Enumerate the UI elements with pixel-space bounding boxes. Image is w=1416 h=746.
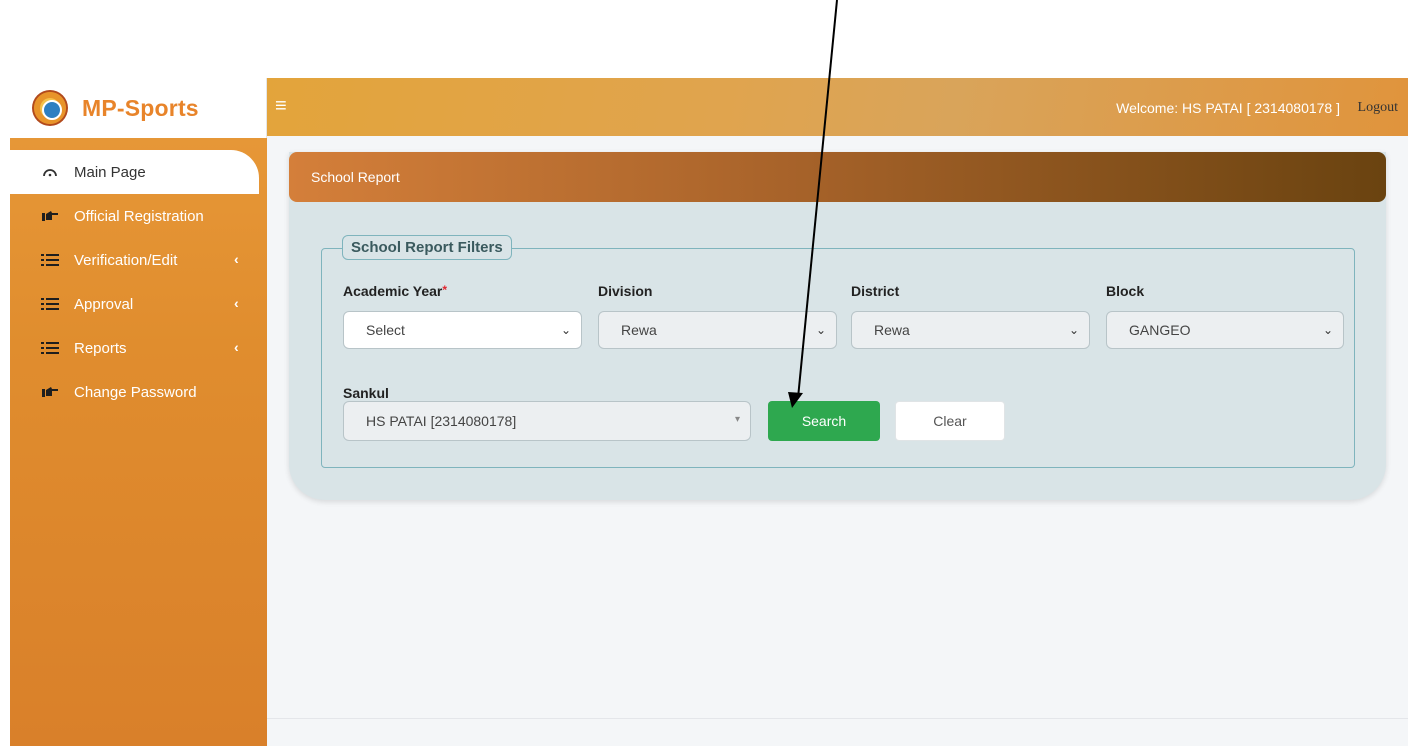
clear-button[interactable]: Clear xyxy=(895,401,1005,441)
academic-year-label-text: Academic Year xyxy=(343,283,443,299)
sidebar-item-main-page[interactable]: Main Page xyxy=(10,150,259,194)
sankul-value: HS PATAI [2314080178] xyxy=(366,413,517,429)
district-value: Rewa xyxy=(874,322,910,338)
sidebar-item-label: Official Registration xyxy=(74,207,204,225)
district-label: District xyxy=(851,283,900,299)
block-select[interactable]: GANGEO ⌄ xyxy=(1106,311,1344,349)
hamburger-menu-icon[interactable]: ≡ xyxy=(275,95,287,118)
brand-header[interactable]: MP-Sports xyxy=(10,78,267,138)
dashboard-gauge-icon xyxy=(38,167,62,177)
list-icon xyxy=(38,253,62,267)
academic-year-value: Select xyxy=(366,322,405,338)
sidebar-item-label: Change Password xyxy=(74,383,197,401)
sidebar-item-official-registration[interactable]: Official Registration xyxy=(10,194,267,238)
academic-year-select[interactable]: Select ⌄ xyxy=(343,311,582,349)
block-label: Block xyxy=(1106,283,1145,299)
sidebar-item-label: Approval xyxy=(74,295,134,313)
sankul-select[interactable]: HS PATAI [2314080178] ▾ xyxy=(343,401,751,441)
required-mark: * xyxy=(442,283,448,297)
mp-sports-logo-icon xyxy=(32,90,68,126)
app-window: MP-Sports Main Page Official Registratio… xyxy=(0,0,1416,746)
chevron-down-icon: ⌄ xyxy=(1322,323,1333,337)
division-label: Division xyxy=(598,283,653,299)
main-content: School Report School Report Filters Acad… xyxy=(267,136,1408,718)
school-report-card: School Report School Report Filters Acad… xyxy=(289,152,1386,500)
chevron-down-icon: ⌄ xyxy=(815,323,826,337)
sidebar-item-approval[interactable]: Approval ‹ xyxy=(10,282,267,326)
sidebar: MP-Sports Main Page Official Registratio… xyxy=(10,78,267,746)
academic-year-label: Academic Year* xyxy=(343,283,447,299)
sidebar-nav: Main Page Official Registration Verifica… xyxy=(10,150,267,414)
list-icon xyxy=(38,341,62,355)
pointing-hand-icon xyxy=(38,210,62,222)
footer xyxy=(267,718,1408,746)
district-select[interactable]: Rewa ⌄ xyxy=(851,311,1090,349)
sidebar-item-reports[interactable]: Reports ‹ xyxy=(10,326,267,370)
chevron-left-icon: ‹ xyxy=(234,295,239,311)
sidebar-item-label: Verification/Edit xyxy=(74,251,178,269)
card-title: School Report xyxy=(289,152,1386,202)
pointing-hand-icon xyxy=(38,386,62,398)
chevron-left-icon: ‹ xyxy=(234,339,239,355)
sidebar-item-change-password[interactable]: Change Password xyxy=(10,370,267,414)
chevron-left-icon: ‹ xyxy=(234,251,239,267)
brand-name: MP-Sports xyxy=(82,94,199,121)
caret-down-icon: ▾ xyxy=(734,414,740,425)
sankul-label: Sankul xyxy=(343,385,389,401)
list-icon xyxy=(38,297,62,311)
search-button[interactable]: Search xyxy=(768,401,880,441)
chevron-down-icon: ⌄ xyxy=(1068,323,1079,337)
chevron-down-icon: ⌄ xyxy=(560,323,571,337)
logout-link[interactable]: Logout xyxy=(1358,100,1398,116)
block-value: GANGEO xyxy=(1129,322,1191,338)
sidebar-item-label: Reports xyxy=(74,339,127,357)
division-select[interactable]: Rewa ⌄ xyxy=(598,311,837,349)
sidebar-item-label: Main Page xyxy=(74,163,146,181)
top-bar: ≡ Welcome: HS PATAI [ 2314080178 ] Logou… xyxy=(267,78,1408,136)
welcome-text: Welcome: HS PATAI [ 2314080178 ] xyxy=(1116,100,1340,116)
sidebar-item-verification-edit[interactable]: Verification/Edit ‹ xyxy=(10,238,267,282)
division-value: Rewa xyxy=(621,322,657,338)
filters-fieldset: School Report Filters Academic Year* Sel… xyxy=(321,235,1355,468)
filters-legend: School Report Filters xyxy=(342,235,512,260)
